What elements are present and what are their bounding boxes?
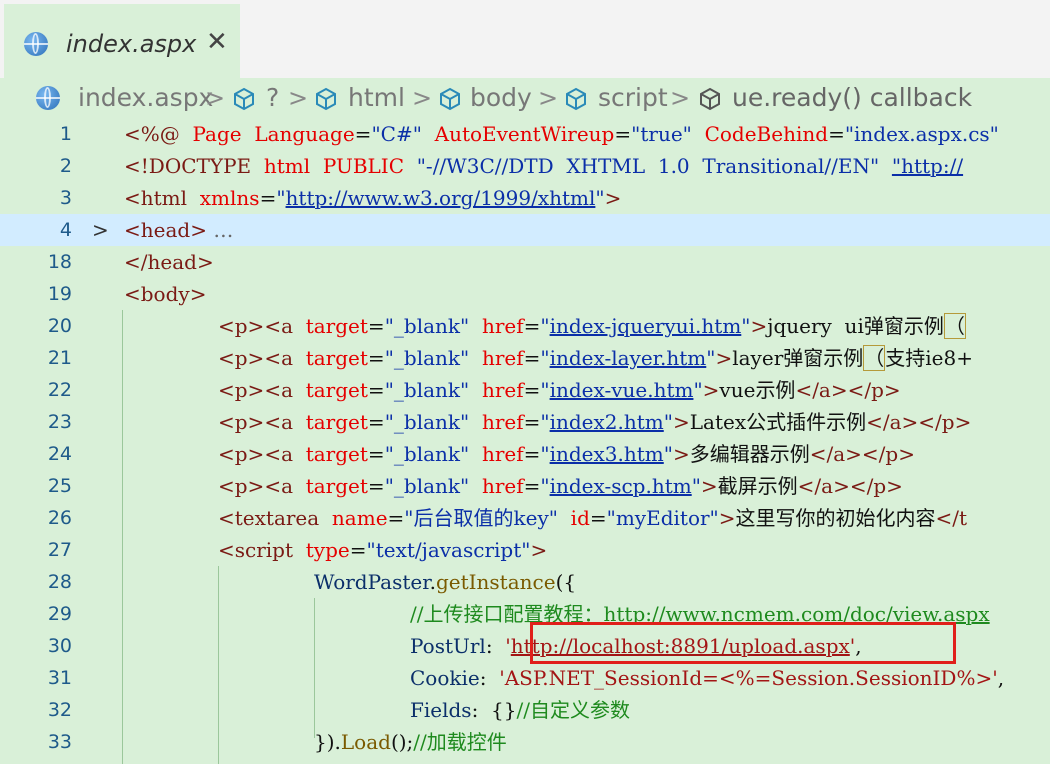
- breadcrumb-separator: >: [412, 84, 433, 112]
- code-text: Cookie: 'ASP.NET_SessionId=<%=Session.Se…: [410, 666, 1005, 690]
- code-text: <p><a target="_blank" href="index2.htm">…: [218, 410, 972, 434]
- code-line: 22 <p><a target="_blank" href="index-vue…: [0, 374, 1050, 406]
- line-number: 26: [47, 507, 72, 529]
- globe-file-icon: [24, 32, 48, 56]
- breadcrumb-item-html[interactable]: html: [348, 81, 405, 115]
- line-number: 22: [47, 379, 72, 401]
- breadcrumb-item-unknown[interactable]: ?: [266, 81, 279, 115]
- code-text: <p><a target="_blank" href="index-layer.…: [218, 345, 973, 371]
- cube-icon: [700, 87, 720, 111]
- tab-index-aspx[interactable]: index.aspx ✕: [4, 4, 240, 78]
- line-number: 2: [59, 155, 72, 177]
- code-editor[interactable]: 1 <%@ Page Language="C#" AutoEventWireup…: [0, 118, 1050, 764]
- code-line: 26 <textarea name="后台取值的key" id="myEdito…: [0, 502, 1050, 534]
- code-text: }).Load();//加载控件: [314, 730, 507, 754]
- cube-icon: [234, 87, 254, 111]
- line-number: 1: [59, 123, 72, 145]
- breadcrumb-item-script[interactable]: script: [598, 81, 668, 115]
- code-line: 32 Fields: {}//自定义参数: [0, 694, 1050, 726]
- close-icon[interactable]: ✕: [206, 28, 228, 56]
- code-line: 28 WordPaster.getInstance({: [0, 566, 1050, 598]
- code-line: 33 }).Load();//加载控件: [0, 726, 1050, 758]
- code-text: <script type="text/javascript">: [218, 538, 548, 562]
- code-line: 2 <!DOCTYPE html PUBLIC "-//W3C//DTD XHT…: [0, 150, 1050, 182]
- breadcrumb-separator: >: [538, 84, 559, 112]
- line-number: 29: [47, 603, 72, 625]
- code-text: <p><a target="_blank" href="index-scp.ht…: [218, 474, 903, 498]
- code-text: <p><a target="_blank" href="index-vue.ht…: [218, 378, 901, 402]
- code-line: 1 <%@ Page Language="C#" AutoEventWireup…: [0, 118, 1050, 150]
- code-line: 25 <p><a target="_blank" href="index-scp…: [0, 470, 1050, 502]
- code-line: 18 </head>: [0, 246, 1050, 278]
- breadcrumb-item-body[interactable]: body: [470, 81, 532, 115]
- code-line: 21 <p><a target="_blank" href="index-lay…: [0, 342, 1050, 374]
- line-number: 27: [47, 539, 72, 561]
- code-text: <textarea name="后台取值的key" id="myEditor">…: [218, 506, 968, 530]
- line-number: 18: [47, 251, 72, 273]
- breadcrumb-item-callback[interactable]: ue.ready() callback: [732, 81, 972, 115]
- code-line: 19 <body>: [0, 278, 1050, 310]
- breadcrumb-separator: >: [205, 84, 226, 112]
- code-text: <head> …: [124, 218, 234, 242]
- cube-icon: [566, 87, 586, 111]
- cube-icon: [440, 87, 460, 111]
- line-number: 3: [59, 187, 72, 209]
- code-text: </head>: [124, 250, 214, 274]
- code-text: WordPaster.getInstance({: [314, 570, 577, 594]
- code-line: 23 <p><a target="_blank" href="index2.ht…: [0, 406, 1050, 438]
- line-number: 21: [47, 347, 72, 369]
- highlight-box: [530, 622, 956, 664]
- tab-label: index.aspx: [66, 30, 197, 58]
- code-text: Fields: {}//自定义参数: [410, 698, 630, 722]
- line-number: 20: [47, 315, 72, 337]
- code-line: 31 Cookie: 'ASP.NET_SessionId=<%=Session…: [0, 662, 1050, 694]
- line-number: 4: [59, 219, 72, 241]
- line-number: 19: [47, 283, 72, 305]
- line-number: 30: [47, 635, 72, 657]
- cube-icon: [316, 87, 336, 111]
- code-line: 24 <p><a target="_blank" href="index3.ht…: [0, 438, 1050, 470]
- line-number: 33: [47, 731, 72, 753]
- line-number: 28: [47, 571, 72, 593]
- code-line: 27 <script type="text/javascript">: [0, 534, 1050, 566]
- code-line-folded: 4 > <head> …: [0, 214, 1050, 246]
- globe-file-icon: [36, 86, 60, 110]
- code-text: <html xmlns="http://www.w3.org/1999/xhtm…: [124, 186, 622, 210]
- breadcrumb-separator: >: [288, 84, 309, 112]
- code-text: <p><a target="_blank" href="index-jquery…: [218, 313, 966, 339]
- tab-bar: index.aspx ✕: [0, 0, 1050, 78]
- code-line: 20 <p><a target="_blank" href="index-jqu…: [0, 310, 1050, 342]
- breadcrumb-separator: >: [670, 84, 691, 112]
- line-number: 32: [47, 699, 72, 721]
- code-line: 3 <html xmlns="http://www.w3.org/1999/xh…: [0, 182, 1050, 214]
- breadcrumb-item-file[interactable]: index.aspx: [78, 81, 213, 115]
- line-number: 31: [47, 667, 72, 689]
- code-text: <!DOCTYPE html PUBLIC "-//W3C//DTD XHTML…: [124, 154, 964, 178]
- line-number: 24: [47, 443, 72, 465]
- line-number: 25: [47, 475, 72, 497]
- code-text: <%@ Page Language="C#" AutoEventWireup="…: [124, 122, 999, 146]
- line-number: 23: [47, 411, 72, 433]
- code-text: <body>: [124, 282, 207, 306]
- code-text: <p><a target="_blank" href="index3.htm">…: [218, 442, 915, 466]
- chevron-right-icon[interactable]: >: [92, 214, 109, 246]
